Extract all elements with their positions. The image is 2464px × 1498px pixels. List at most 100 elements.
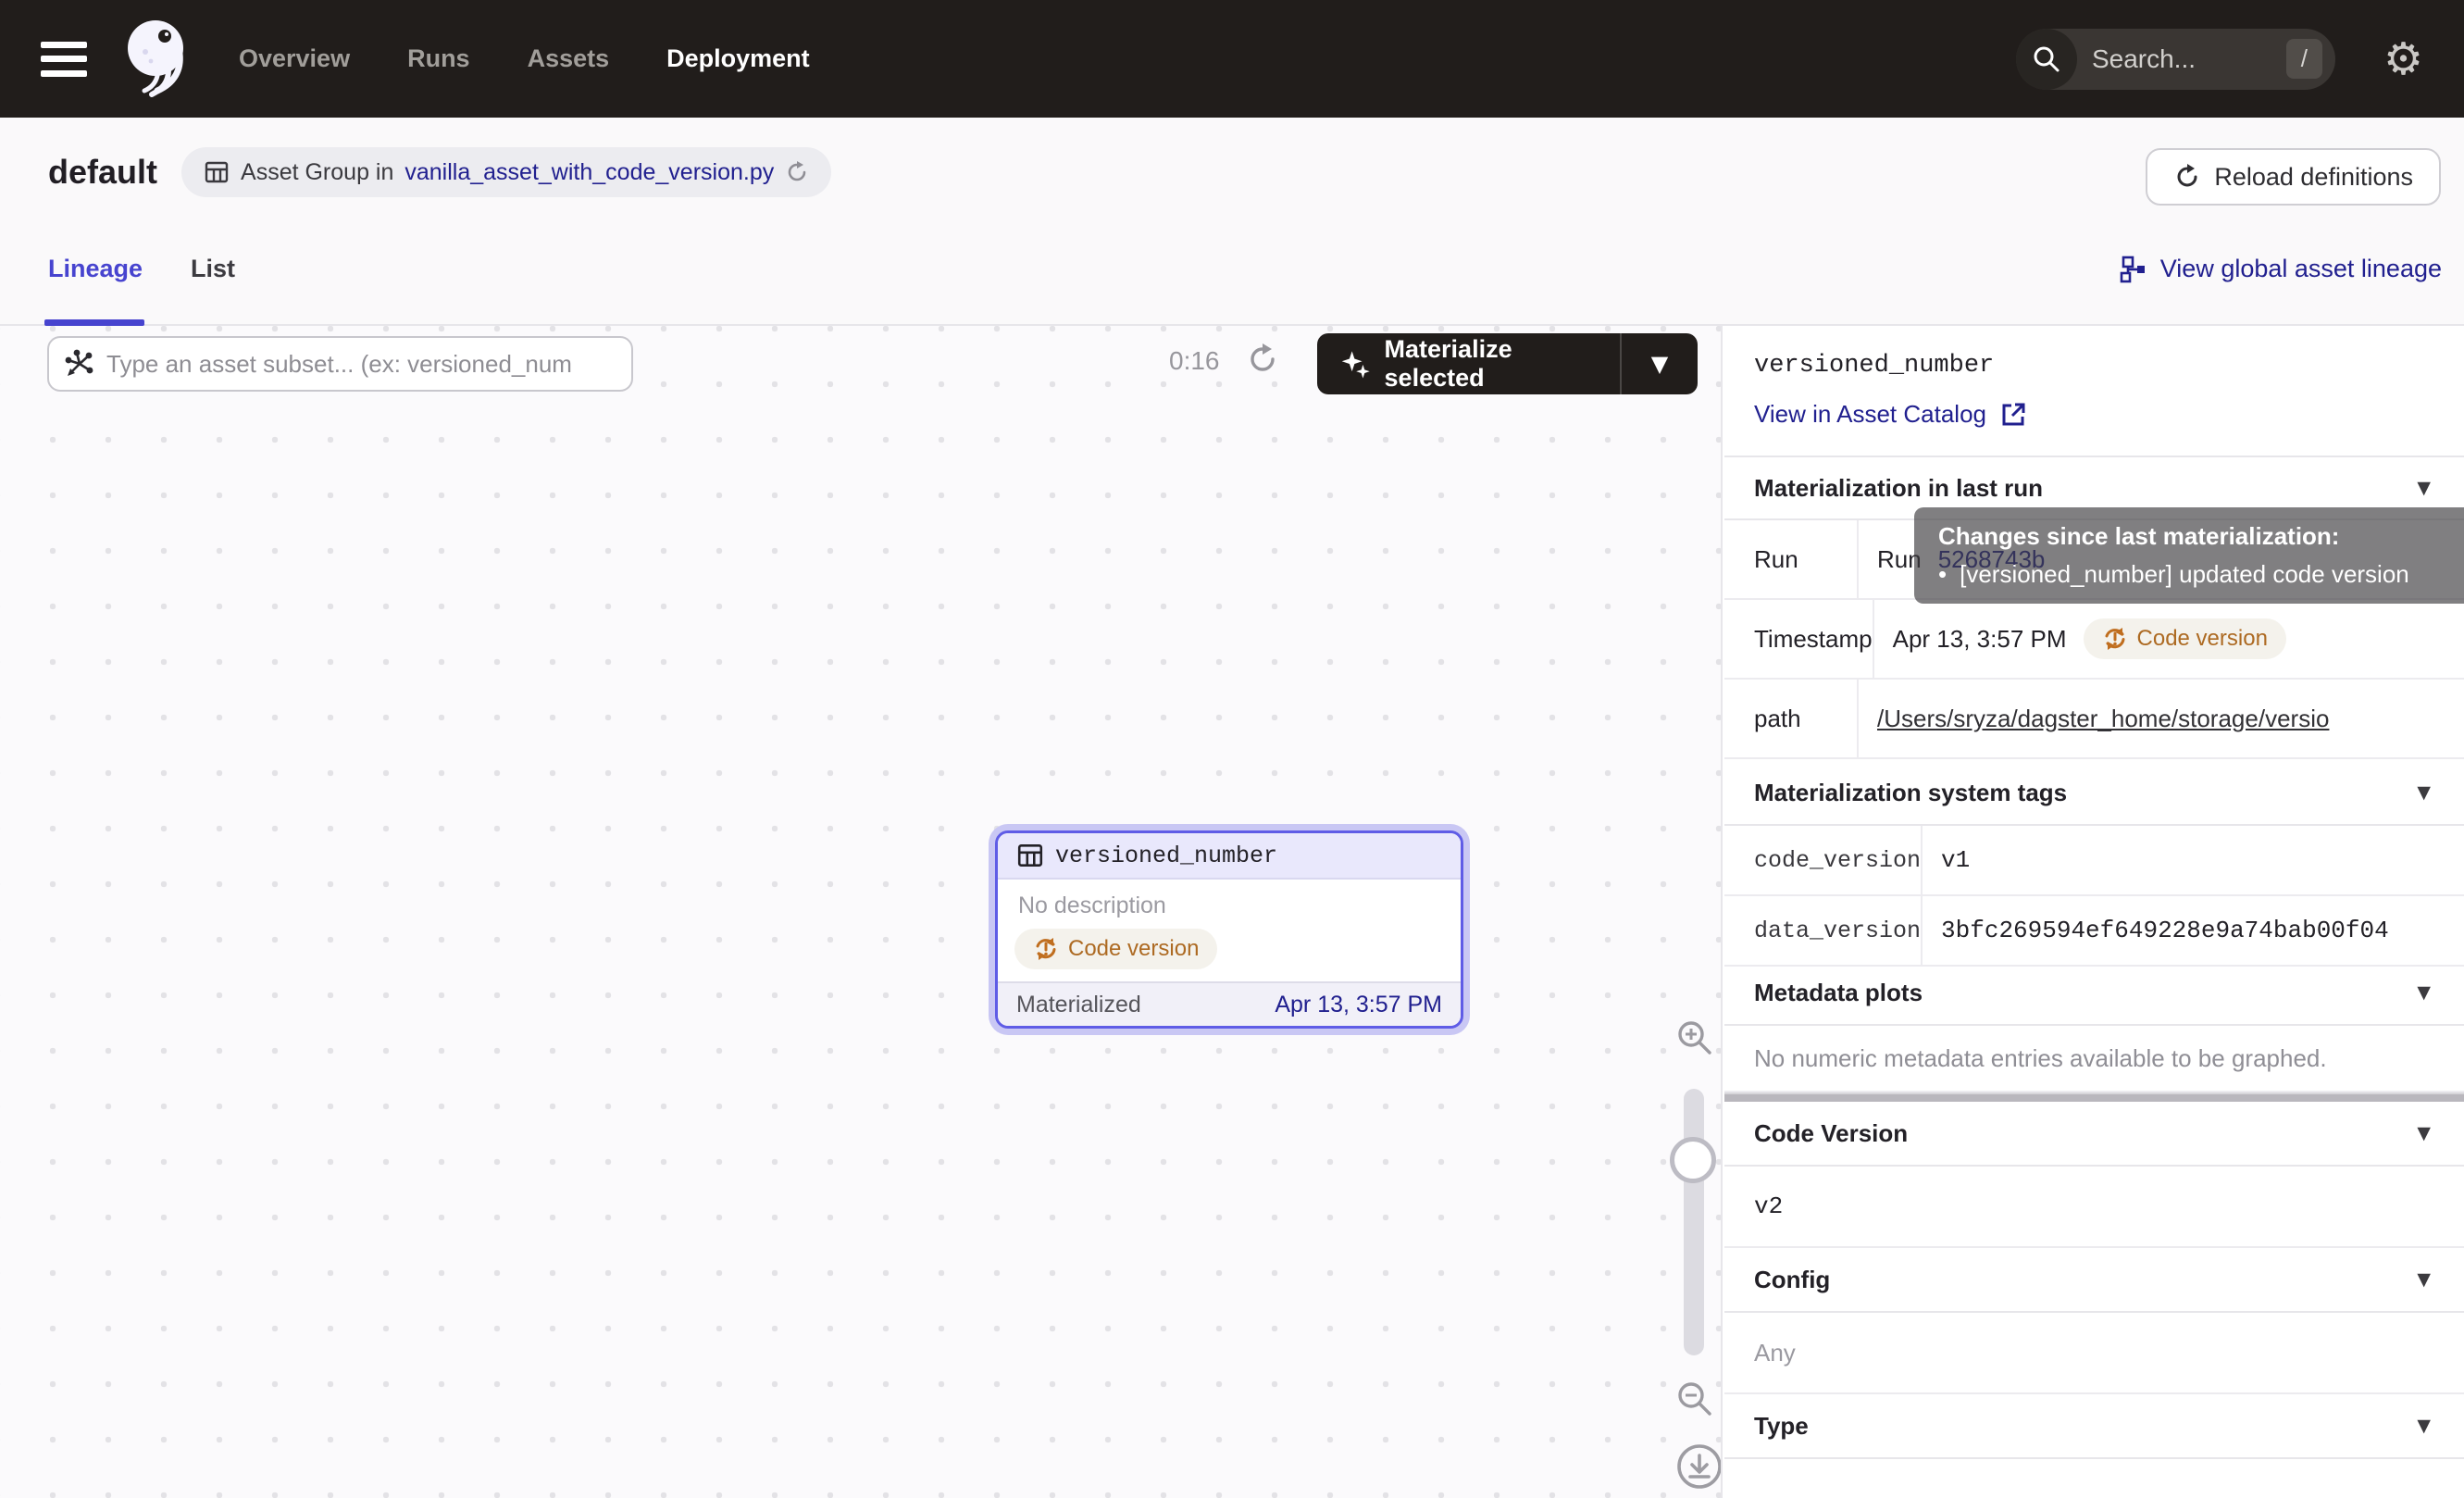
metadata-plots-empty-note: No numeric metadata entries available to… xyxy=(1724,1026,2464,1092)
page-header: default Asset Group in vanilla_asset_wit… xyxy=(0,118,2464,326)
zoom-slider-track[interactable] xyxy=(1684,1089,1704,1355)
panel-splitter-handle[interactable] xyxy=(1724,1092,2464,1102)
data-version-value: 3bfc269594ef649228e9a74bab00f04 xyxy=(1923,896,2464,965)
table-icon xyxy=(1016,842,1044,869)
gear-icon[interactable]: ⚙ xyxy=(2383,37,2423,81)
view-global-asset-lineage-label: View global asset lineage xyxy=(2160,255,2442,283)
sparkle-icon xyxy=(1339,346,1372,381)
nav-item-assets[interactable]: Assets xyxy=(528,44,610,73)
section-title: Config xyxy=(1754,1266,1830,1294)
asset-group-chip: Asset Group in vanilla_asset_with_code_v… xyxy=(181,147,831,197)
chevron-down-icon: ▼ xyxy=(2417,1416,2431,1436)
search-icon xyxy=(2016,29,2077,90)
zoom-in-icon[interactable] xyxy=(1675,1018,1714,1057)
path-link[interactable]: /Users/sryza/dagster_home/storage/versio xyxy=(1877,705,2329,733)
materialize-selected-button[interactable]: Materialize selected ▼ xyxy=(1317,333,1698,394)
asset-node-header: versioned_number xyxy=(998,833,1461,880)
code-version-current-value: v2 xyxy=(1724,1167,2464,1248)
view-in-asset-catalog-link[interactable]: View in Asset Catalog xyxy=(1754,400,2027,429)
table-row-timestamp: Timestamp Apr 13, 3:57 PM Code version xyxy=(1724,600,2464,680)
changes-since-materialization-tooltip: Changes since last materialization: • [v… xyxy=(1914,507,2464,604)
table-row-code-version: code_version v1 xyxy=(1724,826,2464,896)
nav-item-runs[interactable]: Runs xyxy=(407,44,470,73)
code-version-badge-label: Code version xyxy=(1068,936,1199,962)
lineage-graph-icon xyxy=(2120,256,2147,283)
system-tags-table: code_version v1 data_version 3bfc269594e… xyxy=(1724,826,2464,967)
asset-node-description: No description xyxy=(998,880,1461,919)
lineage-graph-canvas[interactable]: 0:16 Materialize selected ▼ versioned_nu… xyxy=(0,326,1723,1498)
materialize-selected-main[interactable]: Materialize selected xyxy=(1317,335,1620,393)
section-config[interactable]: Config ▼ xyxy=(1724,1248,2464,1313)
row-label: Run xyxy=(1724,520,1859,598)
section-materialization-system-tags[interactable]: Materialization system tags ▼ xyxy=(1724,761,2464,826)
materialize-selected-label: Materialize selected xyxy=(1385,335,1598,393)
section-title: Type xyxy=(1754,1412,1809,1441)
asset-subset-input[interactable] xyxy=(106,350,616,379)
row-label: code_version xyxy=(1724,826,1923,894)
row-label: path xyxy=(1724,680,1859,757)
section-title: Code Version xyxy=(1754,1119,1908,1148)
view-global-asset-lineage-link[interactable]: View global asset lineage xyxy=(2120,255,2442,283)
materialize-dropdown-button[interactable]: ▼ xyxy=(1620,333,1698,394)
dagster-logo-icon[interactable] xyxy=(120,17,198,102)
chevron-down-icon: ▼ xyxy=(1651,351,1668,377)
chevron-down-icon: ▼ xyxy=(2417,1269,2431,1290)
tooltip-title: Changes since last materialization: xyxy=(1938,522,2464,551)
table-row-data-version: data_version 3bfc269594ef649228e9a74bab0… xyxy=(1724,896,2464,967)
tooltip-item: [versioned_number] updated code version xyxy=(1960,560,2409,589)
row-label: Timestamp xyxy=(1724,600,1874,678)
row-label: data_version xyxy=(1724,896,1923,965)
refresh-icon xyxy=(2173,163,2201,191)
chevron-down-icon: ▼ xyxy=(2417,1123,2431,1143)
nav-item-overview[interactable]: Overview xyxy=(239,44,350,73)
asset-graph-icon xyxy=(64,348,95,380)
config-value: Any xyxy=(1724,1313,2464,1394)
active-tab-underline xyxy=(44,319,144,326)
chevron-down-icon: ▼ xyxy=(2417,782,2431,803)
table-row-path: path /Users/sryza/dagster_home/storage/v… xyxy=(1724,680,2464,759)
reload-definitions-button[interactable]: Reload definitions xyxy=(2146,148,2441,206)
asset-group-prefix: Asset Group in xyxy=(241,159,393,186)
refresh-icon[interactable] xyxy=(1246,343,1279,376)
asset-details-panel: versioned_number View in Asset Catalog M… xyxy=(1724,326,2464,1498)
tab-lineage[interactable]: Lineage xyxy=(48,255,143,283)
section-metadata-plots[interactable]: Metadata plots ▼ xyxy=(1724,961,2464,1026)
code-version-value: v1 xyxy=(1923,826,2464,894)
table-icon xyxy=(204,159,230,185)
code-version-badge[interactable]: Code version xyxy=(2084,618,2286,659)
refresh-icon[interactable] xyxy=(785,160,809,184)
nav-links: Overview Runs Assets Deployment xyxy=(239,44,810,73)
view-in-asset-catalog-label: View in Asset Catalog xyxy=(1754,400,1986,429)
timestamp-value: Apr 13, 3:57 PM xyxy=(1893,625,2067,654)
refresh-timer: 0:16 xyxy=(1169,346,1220,376)
code-version-badge[interactable]: Code version xyxy=(1014,929,1217,969)
menu-icon[interactable] xyxy=(41,42,87,77)
download-image-icon[interactable] xyxy=(1675,1442,1723,1491)
zoom-slider-handle[interactable] xyxy=(1670,1137,1716,1183)
code-version-badge-label: Code version xyxy=(2137,626,2268,652)
asset-subset-filter[interactable] xyxy=(47,336,633,392)
section-code-version[interactable]: Code Version ▼ xyxy=(1724,1102,2464,1167)
asset-node-footer: Materialized Apr 13, 3:57 PM xyxy=(998,981,1461,1026)
section-title: Materialization in last run xyxy=(1754,474,2043,503)
tab-list[interactable]: List xyxy=(191,255,235,283)
zoom-controls xyxy=(1653,1011,1723,1498)
nav-item-deployment[interactable]: Deployment xyxy=(666,44,810,73)
search-shortcut-badge: / xyxy=(2286,39,2322,79)
search-input[interactable] xyxy=(2077,44,2286,74)
view-tabs: Lineage List xyxy=(48,255,235,283)
page-title: default xyxy=(48,153,157,192)
section-type[interactable]: Type ▼ xyxy=(1724,1394,2464,1459)
global-search[interactable]: / xyxy=(2016,29,2335,90)
chevron-down-icon: ▼ xyxy=(2417,478,2431,498)
zoom-out-icon[interactable] xyxy=(1675,1379,1714,1418)
section-title: Materialization system tags xyxy=(1754,779,2067,807)
section-title: Metadata plots xyxy=(1754,979,1923,1007)
reload-definitions-label: Reload definitions xyxy=(2214,163,2413,192)
changed-cycle-icon xyxy=(2102,626,2128,652)
asset-node-versioned-number[interactable]: versioned_number No description Code ver… xyxy=(995,830,1463,1029)
bullet-marker: • xyxy=(1938,560,1947,589)
chevron-down-icon: ▼ xyxy=(2417,982,2431,1003)
materialized-time-link[interactable]: Apr 13, 3:57 PM xyxy=(1275,992,1442,1018)
asset-group-file-link[interactable]: vanilla_asset_with_code_version.py xyxy=(404,159,774,186)
